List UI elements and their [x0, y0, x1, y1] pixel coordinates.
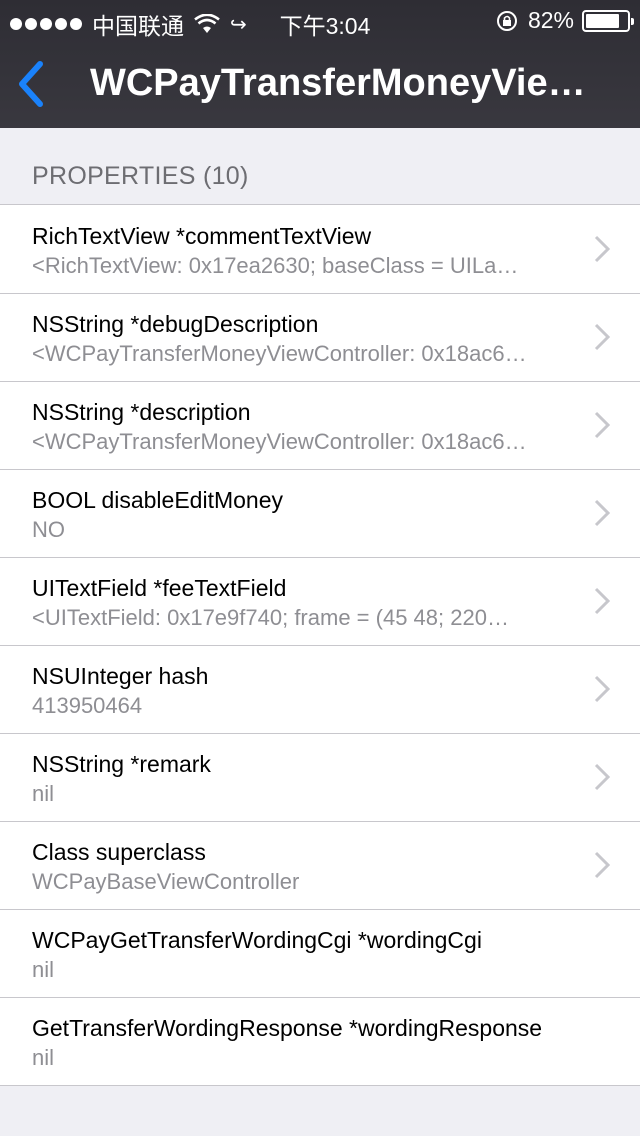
property-row[interactable]: NSString *debugDescription <WCPayTransfer… — [0, 293, 640, 381]
navigation-bar: WCPayTransferMoneyVie… — [0, 40, 640, 128]
property-value: NO — [32, 517, 65, 542]
section-header: PROPERTIES (10) — [32, 162, 249, 190]
property-row[interactable]: NSString *remark nil — [0, 733, 640, 821]
battery-level — [586, 13, 619, 28]
chevron-right-icon — [594, 499, 610, 527]
property-name: NSString *remark — [32, 751, 211, 777]
property-name: NSString *debugDescription — [32, 311, 319, 337]
screen: 中国联通 ↪ 下午3:04 82% WCPayTransferMoneyVie…… — [0, 0, 640, 1136]
properties-list: RichTextView *commentTextView <RichTextVi… — [0, 204, 640, 1086]
property-value: 413950464 — [32, 693, 143, 718]
property-name: Class superclass — [32, 839, 206, 865]
status-bar: 中国联通 ↪ 下午3:04 82% — [0, 0, 640, 40]
property-name: GetTransferWordingResponse *wordingRespo… — [32, 1015, 543, 1041]
status-right: 82% — [496, 7, 634, 34]
property-row[interactable]: NSUInteger hash 413950464 — [0, 645, 640, 733]
property-row[interactable]: BOOL disableEditMoney NO — [0, 469, 640, 557]
property-value: <WCPayTransferMoneyViewController: 0x18a… — [32, 429, 527, 454]
property-name: RichTextView *commentTextView — [32, 223, 372, 249]
property-value: nil — [32, 781, 55, 806]
top-bar: 中国联通 ↪ 下午3:04 82% WCPayTransferMoneyVie… — [0, 0, 640, 128]
chevron-right-icon — [594, 235, 610, 263]
status-time: 下午3:04 — [279, 13, 371, 39]
property-name: NSString *description — [32, 399, 251, 425]
chevron-right-icon — [594, 323, 610, 351]
property-value: <WCPayTransferMoneyViewController: 0x18a… — [32, 341, 527, 366]
property-name: WCPayGetTransferWordingCgi *wordingCgi — [32, 927, 482, 953]
nav-title: WCPayTransferMoneyVie… — [90, 62, 586, 104]
property-row[interactable]: NSString *description <WCPayTransferMoney… — [0, 381, 640, 469]
property-name: BOOL disableEditMoney — [32, 487, 284, 513]
chevron-right-icon — [594, 675, 610, 703]
back-button[interactable] — [10, 58, 54, 110]
chevron-right-icon — [594, 411, 610, 439]
property-row: WCPayGetTransferWordingCgi *wordingCgi ni… — [0, 909, 640, 997]
property-value: <RichTextView: 0x17ea2630; baseClass = U… — [32, 253, 519, 278]
battery-percent: 82% — [527, 7, 574, 33]
property-row[interactable]: Class superclass WCPayBaseViewController — [0, 821, 640, 909]
property-name: UITextField *feeTextField — [32, 575, 287, 601]
property-value: nil — [32, 1045, 55, 1070]
chevron-right-icon — [594, 763, 610, 791]
property-name: NSUInteger hash — [32, 663, 209, 689]
property-value: nil — [32, 957, 55, 982]
property-row[interactable]: RichTextView *commentTextView <RichTextVi… — [0, 205, 640, 293]
property-value: <UITextField: 0x17e9f740; frame = (45 48… — [32, 605, 509, 630]
battery-icon — [582, 9, 634, 32]
chevron-right-icon — [594, 851, 610, 879]
property-row[interactable]: UITextField *feeTextField <UITextField: 0… — [0, 557, 640, 645]
property-row: GetTransferWordingResponse *wordingRespo… — [0, 997, 640, 1085]
chevron-right-icon — [594, 587, 610, 615]
rotation-lock-icon — [496, 10, 517, 31]
property-value: WCPayBaseViewController — [32, 869, 300, 894]
